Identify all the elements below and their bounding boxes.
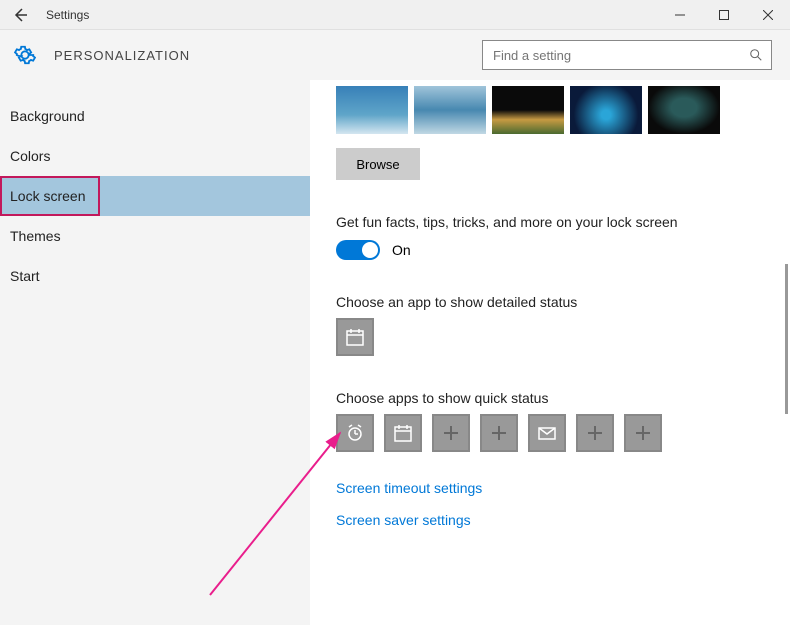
plus-icon xyxy=(634,424,652,442)
quick-status-slot-5[interactable] xyxy=(528,414,566,452)
calendar-icon xyxy=(345,327,365,347)
fun-facts-label: Get fun facts, tips, tricks, and more on… xyxy=(336,214,764,230)
window-title: Settings xyxy=(40,8,89,22)
thumbnail-4[interactable] xyxy=(570,86,642,134)
section-title: PERSONALIZATION xyxy=(54,48,190,63)
back-button[interactable] xyxy=(0,0,40,30)
screen-timeout-link[interactable]: Screen timeout settings xyxy=(336,480,764,496)
detailed-status-label: Choose an app to show detailed status xyxy=(336,294,764,310)
background-thumbnails xyxy=(336,86,764,134)
plus-icon xyxy=(490,424,508,442)
quick-status-slot-7[interactable] xyxy=(624,414,662,452)
header: PERSONALIZATION xyxy=(0,30,790,80)
alarm-icon xyxy=(345,423,365,443)
quick-status-slot-4[interactable] xyxy=(480,414,518,452)
content-panel: Browse Get fun facts, tips, tricks, and … xyxy=(310,80,790,625)
gear-icon xyxy=(14,44,36,66)
scrollbar[interactable] xyxy=(785,264,788,414)
quick-status-slot-6[interactable] xyxy=(576,414,614,452)
plus-icon xyxy=(586,424,604,442)
thumbnail-3[interactable] xyxy=(492,86,564,134)
search-box[interactable] xyxy=(482,40,772,70)
search-input[interactable] xyxy=(483,48,741,63)
detailed-status-app-slot[interactable] xyxy=(336,318,374,356)
titlebar: Settings xyxy=(0,0,790,30)
fun-facts-toggle[interactable] xyxy=(336,240,380,260)
sidebar-item-background[interactable]: Background xyxy=(0,96,310,136)
maximize-button[interactable] xyxy=(702,0,746,30)
search-icon xyxy=(741,48,771,62)
thumbnail-1[interactable] xyxy=(336,86,408,134)
mail-icon xyxy=(537,423,557,443)
screen-saver-link[interactable]: Screen saver settings xyxy=(336,512,764,528)
sidebar-item-start[interactable]: Start xyxy=(0,256,310,296)
close-button[interactable] xyxy=(746,0,790,30)
quick-status-slot-1[interactable] xyxy=(336,414,374,452)
thumbnail-2[interactable] xyxy=(414,86,486,134)
minimize-button[interactable] xyxy=(658,0,702,30)
quick-status-label: Choose apps to show quick status xyxy=(336,390,764,406)
plus-icon xyxy=(442,424,460,442)
thumbnail-5[interactable] xyxy=(648,86,720,134)
sidebar: Background Colors Lock screen Themes Sta… xyxy=(0,80,310,625)
sidebar-item-lock-screen[interactable]: Lock screen xyxy=(0,176,100,216)
browse-button[interactable]: Browse xyxy=(336,148,420,180)
sidebar-item-themes[interactable]: Themes xyxy=(0,216,310,256)
sidebar-item-colors[interactable]: Colors xyxy=(0,136,310,176)
quick-status-slot-3[interactable] xyxy=(432,414,470,452)
calendar-icon xyxy=(393,423,413,443)
quick-status-slot-2[interactable] xyxy=(384,414,422,452)
toggle-state-label: On xyxy=(392,242,411,258)
